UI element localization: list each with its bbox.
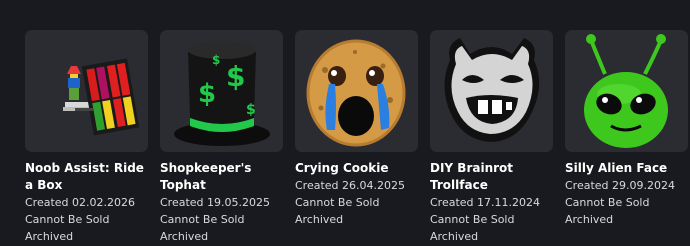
- item-sale-status: Cannot Be Sold: [295, 196, 380, 209]
- item-created-date: Created 02.02.2026: [25, 196, 136, 209]
- item-thumbnail[interactable]: [295, 30, 418, 152]
- item-state: Archived: [295, 213, 344, 226]
- trollface-icon: [444, 38, 540, 142]
- item-state: Archived: [25, 230, 74, 243]
- item-created-date: Created 26.04.2025: [295, 179, 406, 192]
- item-created-date: Created 29.09.2024: [565, 179, 676, 192]
- cookie-icon: [306, 39, 406, 147]
- item-created-date: Created 19.05.2025: [160, 196, 271, 209]
- item-thumbnail[interactable]: [430, 30, 553, 152]
- item-name[interactable]: Silly Alien Face: [565, 160, 688, 177]
- item-name[interactable]: Shopkeeper's Tophat: [160, 160, 283, 194]
- item-grid: Noob Assist: Ride a Box Created 02.02.20…: [25, 30, 688, 245]
- item-card-noob-assist[interactable]: Noob Assist: Ride a Box Created 02.02.20…: [25, 30, 148, 245]
- alien-face-icon: [584, 34, 668, 148]
- item-created-date: Created 17.11.2024: [430, 196, 541, 209]
- item-name[interactable]: DIY Brainrot Trollface: [430, 160, 553, 194]
- svg-text:$: $: [226, 60, 245, 93]
- item-sale-status: Cannot Be Sold: [565, 196, 650, 209]
- item-sale-status: Cannot Be Sold: [160, 213, 245, 226]
- item-state: Archived: [565, 213, 614, 226]
- item-name[interactable]: Noob Assist: Ride a Box: [25, 160, 148, 194]
- tophat-icon: $ $ $ $: [174, 41, 270, 146]
- inventory-page: Noob Assist: Ride a Box Created 02.02.20…: [0, 0, 690, 246]
- item-thumbnail[interactable]: [565, 30, 688, 152]
- item-sale-status: Cannot Be Sold: [25, 213, 110, 226]
- item-state: Archived: [430, 230, 479, 243]
- item-card-shopkeepers-tophat[interactable]: $ $ $ $ Shopkeeper's Tophat Created 19.0…: [160, 30, 283, 245]
- item-name[interactable]: Crying Cookie: [295, 160, 418, 177]
- svg-text:$: $: [212, 53, 220, 67]
- item-sale-status: Cannot Be Sold: [430, 213, 515, 226]
- svg-text:$: $: [198, 79, 216, 109]
- svg-text:$: $: [246, 102, 256, 118]
- noob-box-icon: [63, 58, 140, 136]
- item-card-silly-alien-face[interactable]: Silly Alien Face Created 29.09.2024 Cann…: [565, 30, 688, 245]
- item-state: Archived: [160, 230, 209, 243]
- item-thumbnail[interactable]: $ $ $ $: [160, 30, 283, 152]
- item-card-crying-cookie[interactable]: Crying Cookie Created 26.04.2025 Cannot …: [295, 30, 418, 245]
- item-card-diy-brainrot-trollface[interactable]: DIY Brainrot Trollface Created 17.11.202…: [430, 30, 553, 245]
- item-thumbnail[interactable]: [25, 30, 148, 152]
